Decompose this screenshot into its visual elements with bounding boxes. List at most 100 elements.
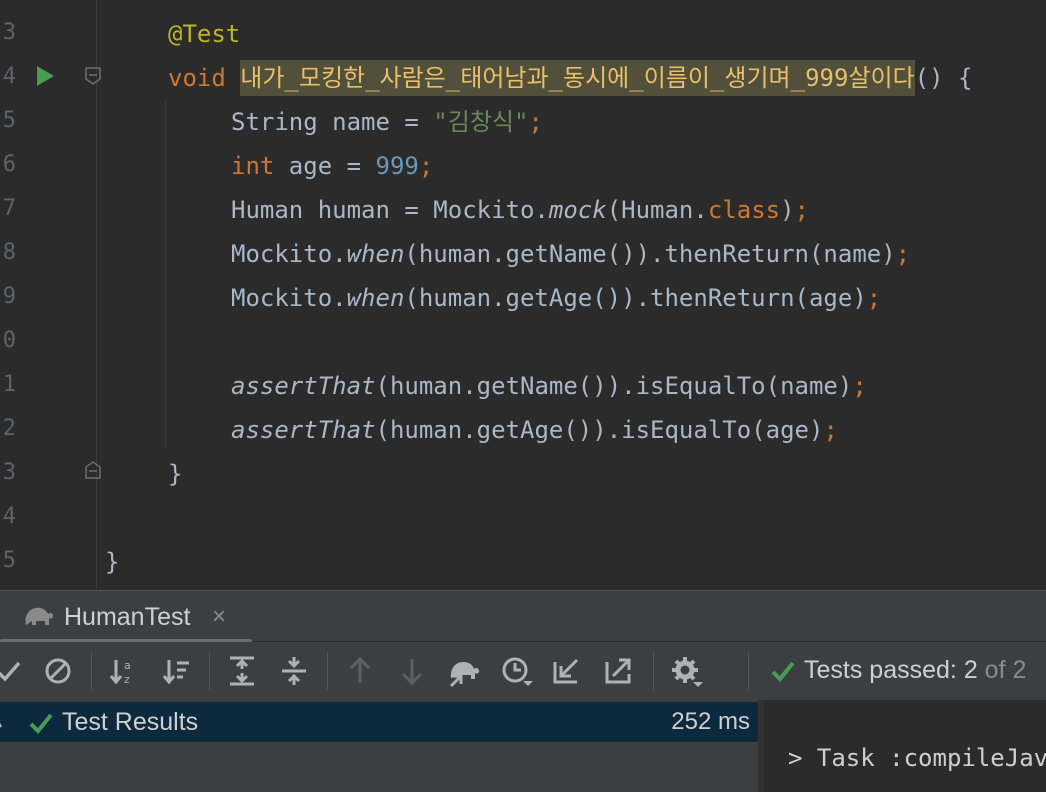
code-editor[interactable]: 3 @Test 4 void 내가_모킹한_사람은_태어남과_동시에_이름이_생… [0, 0, 1046, 590]
void-keyword: void [168, 64, 226, 92]
code-token: age = [274, 152, 376, 180]
semicolon: ; [528, 108, 543, 136]
run-tool-window: HumanTest × a z Tests passed: 2 of 2 Tes… [0, 590, 1046, 792]
static-method: assertThat [231, 372, 376, 400]
line-number: 7 [2, 196, 16, 221]
line-number: 9 [2, 284, 16, 309]
close-icon[interactable]: × [212, 603, 226, 631]
code-line: 3 @Test [0, 12, 1046, 56]
console-output[interactable]: > Task :compileJava [764, 700, 1046, 792]
line-number: 2 [2, 416, 16, 441]
semicolon: ; [895, 240, 911, 268]
number-literal: 999 [375, 152, 419, 180]
semicolon: ; [418, 152, 434, 180]
stop-icon[interactable] [41, 654, 75, 688]
import-tests-icon[interactable] [447, 654, 481, 688]
tree-label: Test Results [62, 708, 199, 736]
code-token: Mockito. [231, 284, 347, 312]
code-line: 5 } [0, 540, 1046, 584]
test-duration: 252 ms [671, 708, 750, 735]
export-out-icon[interactable] [603, 654, 637, 688]
line-number: 4 [2, 504, 16, 529]
gear-icon[interactable] [669, 654, 703, 688]
static-method: assertThat [231, 416, 376, 444]
static-method: mock [548, 196, 607, 224]
test-annotation: @Test [168, 20, 241, 48]
code-line: 6 int age = 999; [0, 144, 1046, 188]
line-number: 3 [2, 20, 16, 45]
run-tab-bar: HumanTest × [0, 590, 1046, 643]
code-line: 4 void 내가_모킹한_사람은_태어남과_동시에_이름이_생기며_999살이… [0, 56, 1046, 100]
code-line: 2 assertThat(human.getAge()).isEqualTo(a… [0, 408, 1046, 452]
check-icon[interactable] [0, 654, 26, 688]
chevron-down-icon[interactable] [0, 713, 8, 731]
code-line: 9 Mockito.when(human.getAge()).thenRetur… [0, 276, 1046, 320]
code-token: Human human = Mockito. [231, 196, 549, 224]
code-line: 3 } [0, 452, 1046, 496]
semicolon: ; [794, 196, 809, 224]
expand-all-icon[interactable] [225, 654, 259, 688]
class-keyword: class [707, 196, 781, 224]
total-count: of 2 [977, 656, 1027, 684]
sort-duration-icon[interactable] [159, 654, 193, 688]
history-icon[interactable] [499, 654, 533, 688]
code-line: 1 assertThat(human.getName()).isEqualTo(… [0, 364, 1046, 408]
code-line: 0 [0, 320, 1046, 364]
tree-row-test-results[interactable]: Test Results 252 ms [0, 702, 758, 742]
code-token: (Human. [606, 196, 708, 224]
arrow-up-icon[interactable] [343, 654, 377, 688]
status-text: Tests passed: [804, 656, 964, 684]
passed-count: 2 [963, 656, 978, 684]
code-line: 7 Human human = Mockito.mock(Human.class… [0, 188, 1046, 232]
test-status: Tests passed: 2 of 2 [770, 656, 1026, 685]
run-test-icon[interactable] [37, 66, 54, 86]
line-number: 0 [2, 328, 16, 353]
code-line: 5 String name = "김창식"; [0, 100, 1046, 144]
fold-icon[interactable] [85, 67, 101, 85]
string-literal: "김창식" [433, 108, 529, 136]
collapse-all-icon[interactable] [277, 654, 311, 688]
line-number: 3 [2, 460, 16, 485]
toolbar-separator [748, 652, 749, 690]
fold-icon[interactable] [85, 461, 101, 479]
code-token: ) [780, 196, 795, 224]
toolbar-separator [327, 652, 328, 690]
class-close-brace: } [105, 548, 120, 576]
line-number: 1 [2, 372, 16, 397]
run-toolbar: a z Tests passed: 2 of 2 [0, 642, 1046, 700]
static-method: when [346, 240, 405, 268]
test-passed-icon [29, 713, 53, 734]
line-number: 5 [2, 108, 16, 133]
code-token: (human.getAge()).thenReturn(age) [404, 284, 867, 312]
svg-text:z: z [124, 673, 130, 686]
test-results-tree[interactable]: Test Results 252 ms [0, 700, 758, 792]
arrow-down-icon[interactable] [395, 654, 429, 688]
test-passed-icon [771, 661, 795, 682]
method-close-brace: } [168, 460, 183, 488]
toolbar-separator [209, 652, 210, 690]
line-number: 8 [2, 240, 16, 265]
export-in-icon[interactable] [551, 654, 585, 688]
code-line: 4 [0, 496, 1046, 540]
sort-alpha-icon[interactable]: a z [106, 654, 140, 688]
semicolon: ; [823, 416, 838, 444]
code-token: (human.getName()).isEqualTo(name) [375, 372, 853, 400]
svg-text:a: a [124, 659, 131, 672]
line-number: 4 [2, 64, 16, 89]
gradle-elephant-icon [25, 607, 53, 625]
code-token: String name = [231, 108, 434, 136]
console-line: > Task :compileJava [788, 744, 1046, 772]
line-number: 6 [2, 152, 16, 177]
int-keyword: int [231, 152, 275, 180]
method-signature-tail: () { [914, 64, 973, 92]
tab-human-test[interactable]: HumanTest × [0, 591, 252, 643]
static-method: when [346, 284, 405, 312]
tab-label: HumanTest [64, 603, 191, 631]
semicolon: ; [866, 284, 882, 312]
method-name[interactable]: 내가_모킹한_사람은_태어남과_동시에_이름이_생기며_999살이다 [240, 60, 915, 96]
code-line: 8 Mockito.when(human.getName()).thenRetu… [0, 232, 1046, 276]
semicolon: ; [852, 372, 867, 400]
toolbar-separator [91, 652, 92, 690]
toolbar-separator [653, 652, 654, 690]
code-token: Mockito. [231, 240, 347, 268]
